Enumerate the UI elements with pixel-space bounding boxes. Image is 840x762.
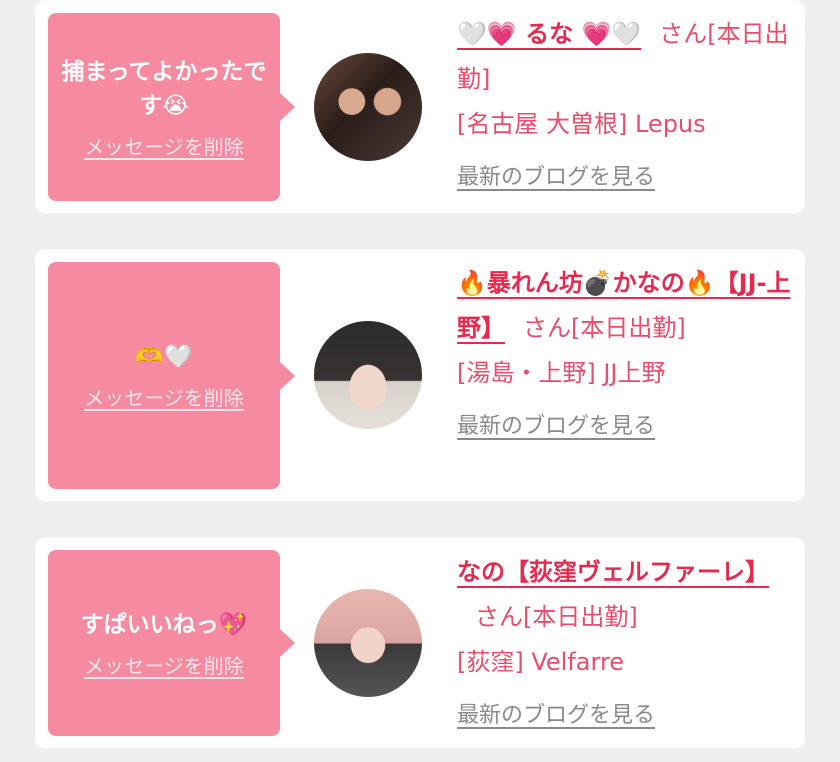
cast-info: 🔥暴れん坊💣かなの🔥【JJ-上野】 さん[本日出勤] [湯島・上野] JJ上野 最…	[457, 261, 805, 449]
delete-message-link[interactable]: メッセージを削除	[84, 650, 244, 679]
cast-name-link[interactable]: なの【荻窪ヴェルファーレ】	[457, 558, 769, 586]
cast-status: さん[本日出勤]	[523, 314, 686, 342]
avatar[interactable]	[314, 589, 422, 697]
cast-info: 🤍💗 るな 💗🤍 さん[本日出勤] [名古屋 大曽根] Lepus 最新のブログを…	[457, 12, 805, 200]
shop-name: [名古屋 大曽根] Lepus	[457, 110, 706, 138]
delete-message-link[interactable]: メッセージを削除	[84, 131, 244, 160]
shop-name: [荻窪] Velfarre	[457, 648, 625, 676]
latest-blog-link[interactable]: 最新のブログを見る	[457, 693, 655, 738]
shop-name: [湯島・上野] JJ上野	[457, 359, 666, 387]
cast-name-link[interactable]: 🤍💗 るな 💗🤍	[457, 20, 641, 48]
message-bubble: すぱいいねっ💖 メッセージを削除	[48, 550, 295, 736]
delete-message-link[interactable]: メッセージを削除	[84, 382, 244, 411]
latest-blog-link[interactable]: 最新のブログを見る	[457, 404, 655, 449]
message-text: 捕まってよかったです😭	[61, 58, 267, 119]
avatar[interactable]	[314, 53, 422, 161]
message-card: 🫶🤍 メッセージを削除 🔥暴れん坊💣かなの🔥【JJ-上野】 さん[本日出勤] [湯…	[35, 249, 805, 501]
message-card: すぱいいねっ💖 メッセージを削除 なの【荻窪ヴェルファーレ】さん[本日出勤] […	[35, 538, 805, 748]
message-text: 🫶🤍	[135, 344, 193, 370]
latest-blog-link[interactable]: 最新のブログを見る	[457, 155, 655, 200]
cast-status: さん[本日出勤]	[475, 603, 638, 631]
message-bubble: 捕まってよかったです😭 メッセージを削除	[48, 13, 295, 201]
message-bubble: 🫶🤍 メッセージを削除	[48, 262, 295, 489]
cast-info: なの【荻窪ヴェルファーレ】さん[本日出勤] [荻窪] Velfarre 最新のブ…	[457, 550, 805, 738]
avatar[interactable]	[314, 321, 422, 429]
message-card: 捕まってよかったです😭 メッセージを削除 🤍💗 るな 💗🤍 さん[本日出勤] [名…	[35, 0, 805, 213]
message-text: すぱいいねっ💖	[80, 611, 248, 638]
